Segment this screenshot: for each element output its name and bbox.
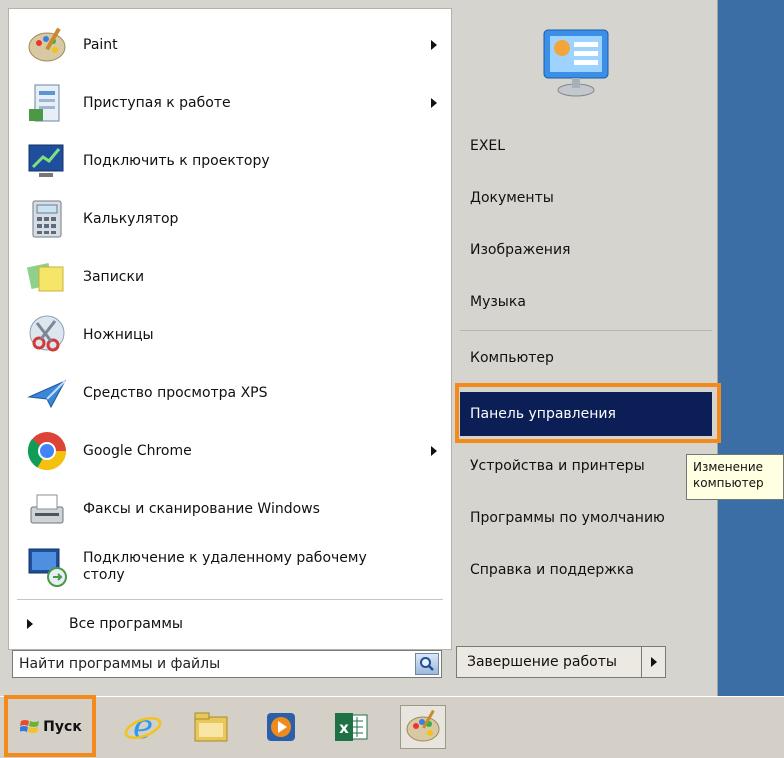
media-player-icon [267, 713, 295, 741]
arrow-right-icon [650, 657, 657, 667]
program-remote-desktop[interactable]: Подключение к удаленному рабочему столу [9, 539, 451, 595]
highlight-frame [455, 383, 721, 443]
taskbar-excel[interactable]: x [328, 705, 374, 749]
remote-desktop-icon [21, 541, 73, 593]
program-label: Paint [83, 36, 118, 53]
right-pane: EXEL Документы Изображения Музыка Компью… [452, 0, 718, 696]
paint-icon [21, 19, 73, 71]
xps-viewer-icon [21, 367, 73, 419]
link-help-support[interactable]: Справка и поддержка [460, 550, 712, 590]
program-sticky-notes[interactable]: Записки [9, 249, 451, 305]
shutdown-button[interactable]: Завершение работы [456, 646, 642, 678]
all-programs-button[interactable]: Все программы [21, 609, 183, 639]
highlight-frame [4, 695, 96, 757]
program-label: Подключить к проектору [83, 152, 270, 169]
search-button[interactable] [415, 653, 439, 675]
sticky-notes-icon [21, 251, 73, 303]
program-label: Записки [83, 268, 145, 285]
divider [17, 599, 443, 600]
scissors-icon [21, 309, 73, 361]
arrow-right-icon [27, 619, 33, 629]
link-devices-printers[interactable]: Устройства и принтеры [460, 446, 712, 486]
taskbar: Пуск e x [0, 695, 784, 758]
paint-icon [406, 709, 440, 742]
program-label: Ножницы [83, 326, 154, 343]
getting-started-icon [21, 77, 73, 129]
program-calculator[interactable]: Калькулятор [9, 191, 451, 247]
fax-scanner-icon [21, 483, 73, 535]
program-label: Подключение к удаленному рабочему столу [83, 550, 367, 583]
submenu-arrow-icon[interactable] [431, 446, 437, 456]
link-documents[interactable]: Документы [460, 178, 712, 218]
program-label: Факсы и сканирование Windows [83, 500, 320, 517]
programs-pane: Paint Приступая к работе Подключить к пр… [8, 8, 452, 650]
chrome-icon [21, 425, 73, 477]
program-projector[interactable]: Подключить к проектору [9, 133, 451, 189]
program-xps-viewer[interactable]: Средство просмотра XPS [9, 365, 451, 421]
program-paint[interactable]: Paint [9, 17, 451, 73]
file-manager-icon [194, 712, 228, 742]
link-default-programs[interactable]: Программы по умолчанию [460, 498, 712, 538]
program-label: Средство просмотра XPS [83, 384, 268, 401]
start-menu: Paint Приступая к работе Подключить к пр… [0, 0, 721, 696]
program-label: Google Chrome [83, 442, 192, 459]
taskbar-media-player[interactable] [258, 705, 304, 749]
shutdown-group: Завершение работы [456, 646, 666, 678]
program-getting-started[interactable]: Приступая к работе [9, 75, 451, 131]
search-placeholder: Найти программы и файлы [19, 656, 221, 672]
calculator-icon [21, 193, 73, 245]
program-label: Приступая к работе [83, 94, 231, 111]
excel-icon: x [335, 713, 368, 741]
tooltip-line: Изменение [693, 460, 764, 474]
search-input[interactable]: Найти программы и файлы [12, 650, 442, 678]
tooltip: Изменение компьютер [686, 454, 784, 500]
program-fax-scan[interactable]: Факсы и сканирование Windows [9, 481, 451, 537]
program-snipping-tool[interactable]: Ножницы [9, 307, 451, 363]
svg-text:e: e [133, 707, 153, 747]
program-label: Калькулятор [83, 210, 179, 227]
link-music[interactable]: Музыка [460, 282, 712, 322]
link-computer[interactable]: Компьютер [460, 338, 712, 378]
svg-text:x: x [339, 719, 349, 737]
taskbar-file-manager[interactable] [188, 705, 234, 749]
link-exel[interactable]: EXEL [460, 126, 712, 166]
program-google-chrome[interactable]: Google Chrome [9, 423, 451, 479]
all-programs-label: Все программы [69, 616, 183, 632]
shutdown-options-button[interactable] [642, 646, 666, 678]
control-panel-picture-icon [540, 28, 612, 98]
taskbar-internet-explorer[interactable]: e [120, 705, 166, 749]
taskbar-paint[interactable] [400, 705, 446, 749]
tooltip-line: компьютер [693, 476, 764, 490]
link-images[interactable]: Изображения [460, 230, 712, 270]
submenu-arrow-icon[interactable] [431, 40, 437, 50]
internet-explorer-icon: e [124, 707, 162, 747]
submenu-arrow-icon[interactable] [431, 98, 437, 108]
search-icon [420, 657, 434, 671]
projector-icon [21, 135, 73, 187]
divider [460, 330, 712, 331]
